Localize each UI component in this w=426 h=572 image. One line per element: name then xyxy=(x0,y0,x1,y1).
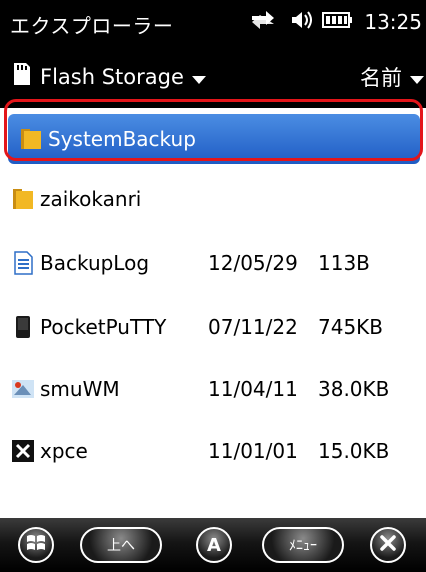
softkey-bar: 上へ A ﾒﾆｭｰ xyxy=(0,518,426,572)
file-date: 11/01/01 xyxy=(208,439,298,463)
status-icons: 13:25 xyxy=(250,8,422,36)
file-name: zaikokanri xyxy=(40,187,142,211)
speaker-icon xyxy=(286,8,313,36)
file-name: xpce xyxy=(40,439,88,463)
file-date: 11/04/11 xyxy=(208,377,298,401)
battery-icon xyxy=(322,9,354,35)
file-row-backuplog[interactable]: BackupLog 12/05/29 113B xyxy=(0,234,426,292)
file-size: 15.0KB xyxy=(318,439,390,463)
file-name: PocketPuTTY xyxy=(40,315,167,339)
file-size: 745KB xyxy=(318,315,384,339)
connectivity-icon xyxy=(250,8,276,36)
input-mode-label: A xyxy=(207,534,221,556)
file-date: 07/11/22 xyxy=(208,315,298,339)
file-date: 12/05/29 xyxy=(208,251,298,275)
close-icon xyxy=(378,533,398,557)
up-button[interactable]: 上へ xyxy=(80,527,162,563)
device-icon xyxy=(10,314,36,340)
file-row-pocketputty[interactable]: PocketPuTTY 07/11/22 745KB xyxy=(0,298,426,356)
status-bar: エクスプローラー 13:25 xyxy=(0,0,426,44)
document-icon xyxy=(10,250,36,276)
explorer-header: Flash Storage 名前 xyxy=(0,44,426,108)
chevron-down-icon xyxy=(410,76,424,84)
file-row-xpce[interactable]: xpce 11/01/01 15.0KB xyxy=(0,422,426,480)
file-row-systembackup[interactable]: SystemBackup xyxy=(8,114,420,164)
file-size: 113B xyxy=(318,251,370,275)
sort-selector[interactable]: 名前 xyxy=(360,62,424,92)
x-app-icon xyxy=(10,438,36,464)
menu-button[interactable]: ﾒﾆｭｰ xyxy=(262,527,344,563)
file-row-smuwm[interactable]: smuWM 11/04/11 38.0KB xyxy=(0,360,426,418)
close-button[interactable] xyxy=(370,527,406,563)
input-mode-button[interactable]: A xyxy=(196,527,232,563)
folder-icon xyxy=(18,126,44,152)
file-size: 38.0KB xyxy=(318,377,390,401)
file-name: smuWM xyxy=(40,377,120,401)
application-icon xyxy=(10,376,36,402)
windows-logo-icon xyxy=(25,532,47,558)
sd-card-icon xyxy=(12,62,32,91)
sort-label: 名前 xyxy=(360,66,402,90)
file-name: BackupLog xyxy=(40,251,150,275)
file-list: SystemBackup zaikokanri BackupLog 12/05/… xyxy=(0,108,426,518)
menu-button-label: ﾒﾆｭｰ xyxy=(289,538,317,554)
storage-selector[interactable]: Flash Storage xyxy=(12,62,206,91)
folder-icon xyxy=(10,186,36,212)
chevron-down-icon xyxy=(191,75,206,84)
up-button-label: 上へ xyxy=(107,538,135,554)
storage-label: Flash Storage xyxy=(40,64,184,89)
app-title: エクスプローラー xyxy=(10,14,174,38)
file-name: SystemBackup xyxy=(48,127,196,151)
clock[interactable]: 13:25 xyxy=(364,10,422,34)
file-row-zaikokanri[interactable]: zaikokanri xyxy=(0,170,426,228)
start-button[interactable] xyxy=(18,527,54,563)
